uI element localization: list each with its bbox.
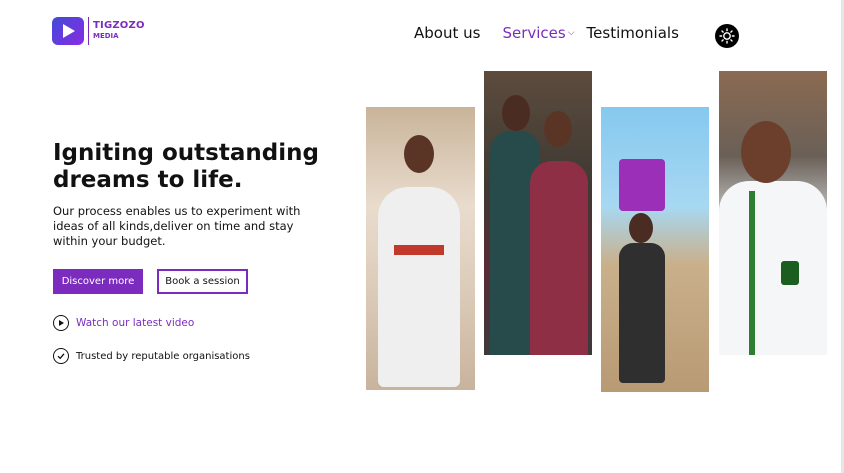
check-circle-icon xyxy=(53,348,69,364)
book-session-button[interactable]: Book a session xyxy=(157,269,248,294)
woman-head xyxy=(544,111,572,147)
bride-head xyxy=(404,135,434,173)
student-photo xyxy=(719,71,827,355)
woman-dress xyxy=(530,161,588,355)
logo-divider xyxy=(88,17,89,45)
nav-item-services-label: Services xyxy=(502,24,566,42)
school-badge xyxy=(781,261,799,285)
bride-photo xyxy=(366,107,475,390)
student-blazer xyxy=(719,181,827,355)
main-nav: About us Services ⌵ Testimonials xyxy=(414,24,679,42)
sun-icon xyxy=(719,28,735,44)
child-dress xyxy=(619,243,665,383)
bucket xyxy=(619,159,665,211)
brand-logo[interactable]: TIGZOZO MEDIA xyxy=(52,17,145,45)
nav-item-testimonials[interactable]: Testimonials xyxy=(587,24,679,42)
chevron-down-icon: ⌵ xyxy=(567,28,575,38)
hero-title: Igniting outstanding dreams to life. xyxy=(53,140,319,193)
student-head xyxy=(741,121,791,183)
brand-sub: MEDIA xyxy=(93,32,119,40)
watch-video-label: Watch our latest video xyxy=(76,317,195,329)
trusted-badge: Trusted by reputable organisations xyxy=(53,348,250,364)
blazer-stripe xyxy=(749,191,755,355)
play-logo-icon xyxy=(52,17,84,45)
discover-more-button[interactable]: Discover more xyxy=(53,269,143,294)
watch-video-link[interactable]: Watch our latest video xyxy=(53,315,194,331)
bride-dress xyxy=(378,187,460,387)
nav-item-services[interactable]: Services ⌵ xyxy=(502,24,574,42)
man-head xyxy=(502,95,530,131)
bride-belt xyxy=(394,245,444,255)
nav-item-about[interactable]: About us xyxy=(414,24,480,42)
child-with-bucket-photo xyxy=(601,107,709,392)
trusted-label: Trusted by reputable organisations xyxy=(76,350,250,362)
hero-description: Our process enables us to experiment wit… xyxy=(53,204,301,248)
theme-toggle-button[interactable] xyxy=(715,24,739,48)
play-circle-icon xyxy=(53,315,69,331)
brand-name: TIGZOZO xyxy=(93,20,145,31)
logo-text: TIGZOZO MEDIA xyxy=(93,21,145,41)
child-head xyxy=(629,213,653,243)
couple-photo xyxy=(484,71,592,355)
